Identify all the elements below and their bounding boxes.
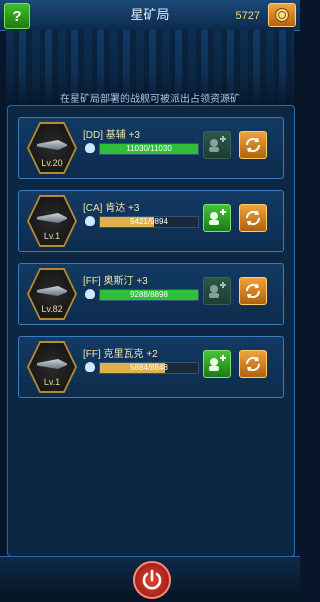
replace-ship-button[interactable]: [239, 277, 267, 305]
coin-glyph-icon: [274, 7, 290, 23]
ship-progress-bar: 9288/8898: [99, 289, 199, 301]
crew-icon: [85, 216, 95, 226]
close-button[interactable]: [133, 561, 171, 599]
ship-portrait-frame[interactable]: Lv.82: [27, 268, 77, 320]
replace-ship-button[interactable]: [239, 350, 267, 378]
ship-card: Lv.82 [FF] 奥斯汀 +3 9288/8898: [18, 263, 284, 325]
warship-icon: [37, 213, 67, 223]
ship-progress-bar: 5421/9894: [99, 216, 199, 228]
add-crew-button[interactable]: [203, 277, 231, 305]
ship-level: Lv.20: [41, 158, 63, 168]
crew-icon: [85, 143, 95, 153]
crew-icon: [85, 289, 95, 299]
ship-level: Lv.82: [41, 304, 63, 314]
warship-icon: [37, 286, 67, 296]
power-icon: [142, 569, 162, 590]
top-bar: ? 星矿局 5727: [0, 0, 300, 31]
ship-name: [CA] 肯达 +3: [83, 203, 140, 214]
ship-portrait-frame[interactable]: Lv.1: [27, 195, 77, 247]
crew-icon: [85, 362, 95, 372]
replace-ship-button[interactable]: [239, 131, 267, 159]
currency-value: 5727: [235, 10, 260, 22]
add-crew-button[interactable]: [203, 204, 231, 232]
refresh-icon: [245, 356, 261, 372]
ship-progress-text: 5421/9894: [130, 217, 168, 226]
deploy-notice: 在星矿局部署的战舰可被派出占领资源矿: [60, 94, 240, 105]
ship-name: [DD] 基辅 +3: [83, 130, 140, 141]
add-crew-icon: [209, 136, 226, 152]
ship-level: Lv.1: [43, 231, 61, 241]
ship-name: [FF] 克里瓦克 +2: [83, 349, 158, 360]
ship-progress-bar: 5884/8848: [99, 362, 199, 374]
ship-card: Lv.20 [DD] 基辅 +3 11030/11030: [18, 117, 284, 179]
add-crew-button[interactable]: [203, 350, 231, 378]
add-crew-icon: [209, 355, 226, 371]
gold-coin-icon[interactable]: [268, 3, 296, 27]
refresh-icon: [245, 210, 261, 226]
ship-card: Lv.1 [CA] 肯达 +3 5421/9894: [18, 190, 284, 252]
add-crew-icon: [209, 282, 226, 298]
ship-portrait-frame[interactable]: Lv.20: [27, 122, 77, 174]
refresh-icon: [245, 283, 261, 299]
warship-icon: [37, 140, 67, 150]
ship-progress-text: 5884/8848: [130, 363, 168, 372]
ship-portrait-frame[interactable]: Lv.1: [27, 341, 77, 393]
add-crew-icon: [209, 209, 226, 225]
refresh-icon: [245, 137, 261, 153]
ship-card: Lv.1 [FF] 克里瓦克 +2 5884/8848: [18, 336, 284, 398]
ship-progress-text: 11030/11030: [126, 144, 172, 153]
ship-progress-text: 9288/8898: [130, 290, 168, 299]
warship-icon: [37, 359, 67, 369]
replace-ship-button[interactable]: [239, 204, 267, 232]
ship-progress-bar: 11030/11030: [99, 143, 199, 155]
ship-name: [FF] 奥斯汀 +3: [83, 276, 148, 287]
ship-level: Lv.1: [43, 377, 61, 387]
add-crew-button[interactable]: [203, 131, 231, 159]
